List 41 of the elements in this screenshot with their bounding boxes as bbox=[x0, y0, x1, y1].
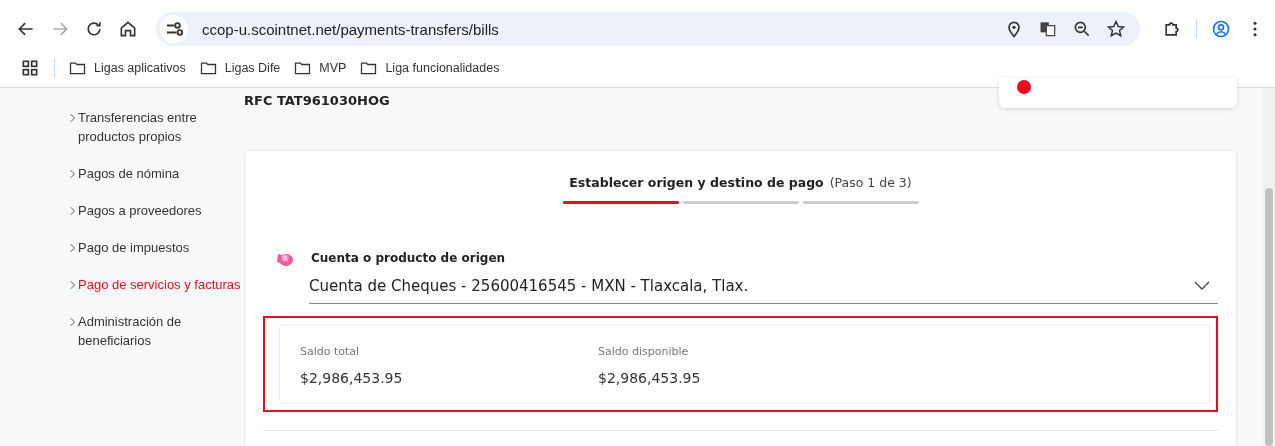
bookmark-folder[interactable]: Ligas aplicativos bbox=[69, 61, 186, 75]
url-text: ccop-u.scointnet.net/payments-transfers/bills bbox=[202, 20, 499, 38]
profile-icon[interactable] bbox=[1211, 19, 1231, 39]
home-icon[interactable] bbox=[118, 19, 138, 39]
bookmark-folder[interactable]: Liga funcionalidades bbox=[360, 61, 500, 75]
chevron-down-icon[interactable] bbox=[1194, 281, 1210, 291]
folder-icon bbox=[199, 61, 217, 75]
chevron-right-icon bbox=[70, 317, 76, 327]
sidebar-item[interactable]: Administración de beneficiarios bbox=[70, 312, 236, 350]
rfc-heading: RFC TAT961030HOG bbox=[244, 93, 390, 108]
bookmark-folder[interactable]: Ligas Dife bbox=[199, 61, 281, 75]
chevron-right-icon bbox=[70, 113, 76, 123]
sidebar-item[interactable]: Pago de impuestos bbox=[70, 238, 236, 257]
balance-amount: $2,986,453.95 bbox=[300, 370, 403, 386]
balance-amount: $2,986,453.95 bbox=[598, 370, 701, 386]
address-bar[interactable]: ccop-u.scointnet.net/payments-transfers/bills bbox=[156, 12, 1140, 46]
field-label: Cuenta o producto de origen bbox=[311, 251, 506, 265]
star-icon[interactable] bbox=[1106, 19, 1126, 39]
sidebar-item[interactable]: Pagos de nómina bbox=[70, 164, 236, 183]
step-title: Establecer origen y destino de pago bbox=[569, 175, 824, 190]
folder-icon bbox=[360, 61, 378, 75]
scrollbar-thumb[interactable] bbox=[1265, 188, 1273, 446]
folder-icon bbox=[69, 61, 86, 75]
chevron-right-icon bbox=[70, 169, 76, 179]
account-dropdown[interactable]: Cuenta de Cheques - 25600416545 - MXN - Tlaxcala, Tlax. bbox=[309, 274, 1218, 304]
step-counter: (Paso 1 de 3) bbox=[829, 175, 912, 190]
balance-label: Saldo disponible bbox=[598, 345, 689, 358]
zoom-out-icon[interactable] bbox=[1072, 19, 1092, 39]
site-settings-icon[interactable] bbox=[160, 15, 188, 43]
sidebar-item[interactable]: Pagos a proveedores bbox=[70, 201, 236, 220]
folder-icon bbox=[294, 61, 312, 75]
chevron-right-icon bbox=[70, 280, 76, 290]
reload-icon[interactable] bbox=[84, 19, 104, 39]
bookmark-folder[interactable]: MVP bbox=[294, 61, 347, 75]
sidebar-item[interactable]: Transferencias entre productos propios bbox=[70, 108, 236, 146]
chevron-right-icon bbox=[70, 243, 76, 253]
balance-label: Saldo total bbox=[300, 345, 360, 358]
translate-icon[interactable] bbox=[1038, 19, 1058, 39]
extensions-icon[interactable] bbox=[1162, 19, 1182, 39]
chevron-right-icon bbox=[70, 206, 76, 216]
apps-grid-icon[interactable] bbox=[20, 58, 40, 78]
